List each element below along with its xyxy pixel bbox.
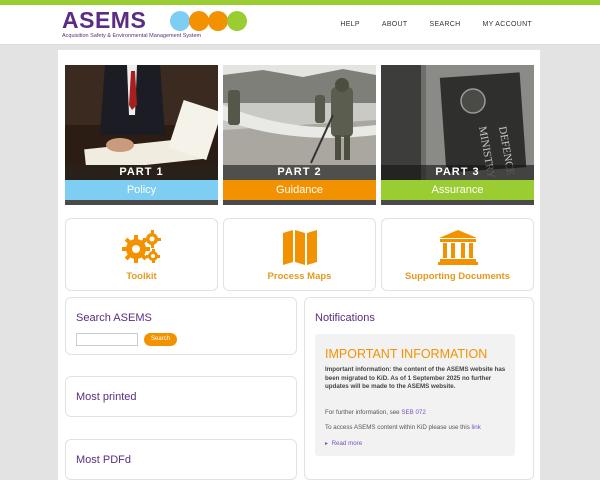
logo-dots xyxy=(170,11,247,31)
logo-dot-orange xyxy=(189,11,209,31)
kid-link[interactable]: link xyxy=(472,424,481,431)
policy-image xyxy=(65,65,218,180)
tile-supporting-documents[interactable]: Supporting Documents xyxy=(381,218,534,291)
tile-supporting-documents-label: Supporting Documents xyxy=(404,271,511,282)
search-panel-title: Search ASEMS xyxy=(76,312,152,324)
part-1-label: Policy xyxy=(65,180,218,200)
main-content: PART 1 Policy PART 2 Guidance MINISTRY D… xyxy=(58,50,540,480)
seb-072-link[interactable]: SEB 072 xyxy=(401,409,425,416)
part-1-card[interactable]: PART 1 Policy xyxy=(65,65,218,205)
nav-search[interactable]: SEARCH xyxy=(429,21,460,28)
access-line: To access ASEMS content within KiD pleas… xyxy=(325,424,481,431)
nav-my-account[interactable]: MY ACCOUNT xyxy=(482,21,532,28)
read-more-label: Read more xyxy=(331,440,363,447)
tile-process-maps[interactable]: Process Maps xyxy=(223,218,376,291)
important-notice-text: Important information: the content of th… xyxy=(325,366,506,390)
logo-dot-green xyxy=(227,11,247,31)
building-icon xyxy=(437,230,478,265)
further-info-text: For further information, see xyxy=(325,409,400,416)
header: ASEMS Acquisition Safety & Environmental… xyxy=(0,5,600,45)
tile-toolkit-label: Toolkit xyxy=(126,271,157,282)
part-2-label: Guidance xyxy=(223,180,376,200)
read-more-link[interactable]: ▸ Read more xyxy=(325,440,362,447)
logo-subtitle: Acquisition Safety & Environmental Manag… xyxy=(62,33,202,39)
part-2-card[interactable]: PART 2 Guidance xyxy=(223,65,376,205)
most-pdfd-title: Most PDFd xyxy=(76,454,132,466)
important-notice-title: IMPORTANT INFORMATION xyxy=(325,347,488,361)
part-2-number: PART 2 xyxy=(223,165,376,180)
part-1-number: PART 1 xyxy=(65,165,218,180)
gears-icon xyxy=(121,230,161,263)
map-icon xyxy=(282,230,317,265)
part-2-shadow xyxy=(223,200,376,205)
tile-toolkit[interactable]: Toolkit xyxy=(65,218,218,291)
assurance-image: MINISTRY DEFENCE xyxy=(381,65,534,180)
read-more-arrow-icon: ▸ xyxy=(325,440,329,447)
part-3-number: PART 3 xyxy=(381,165,534,180)
guidance-image xyxy=(223,65,376,180)
nav-help[interactable]: HELP xyxy=(340,21,360,28)
top-nav: HELP ABOUT SEARCH MY ACCOUNT xyxy=(340,21,532,28)
part-3-shadow xyxy=(381,200,534,205)
tile-process-maps-label: Process Maps xyxy=(267,271,332,282)
notifications-panel: Notifications IMPORTANT INFORMATION Impo… xyxy=(304,297,534,480)
part-1-shadow xyxy=(65,200,218,205)
most-pdfd-panel: Most PDFd xyxy=(65,439,297,480)
part-3-label: Assurance xyxy=(381,180,534,200)
further-info-line: For further information, see SEB 072 xyxy=(325,409,426,416)
search-input[interactable] xyxy=(76,333,138,346)
important-notice: IMPORTANT INFORMATION Important informat… xyxy=(315,334,515,456)
notifications-title: Notifications xyxy=(315,312,375,324)
access-text: To access ASEMS content within KiD pleas… xyxy=(325,424,470,431)
search-panel: Search ASEMS Search xyxy=(65,297,297,355)
logo-dot-blue xyxy=(170,11,190,31)
nav-about[interactable]: ABOUT xyxy=(382,21,408,28)
search-button[interactable]: Search xyxy=(144,333,177,346)
part-3-card[interactable]: MINISTRY DEFENCE PART 3 Assurance xyxy=(381,65,534,205)
most-printed-panel: Most printed xyxy=(65,376,297,417)
most-printed-title: Most printed xyxy=(76,391,137,403)
logo-dot-orange-2 xyxy=(208,11,228,31)
